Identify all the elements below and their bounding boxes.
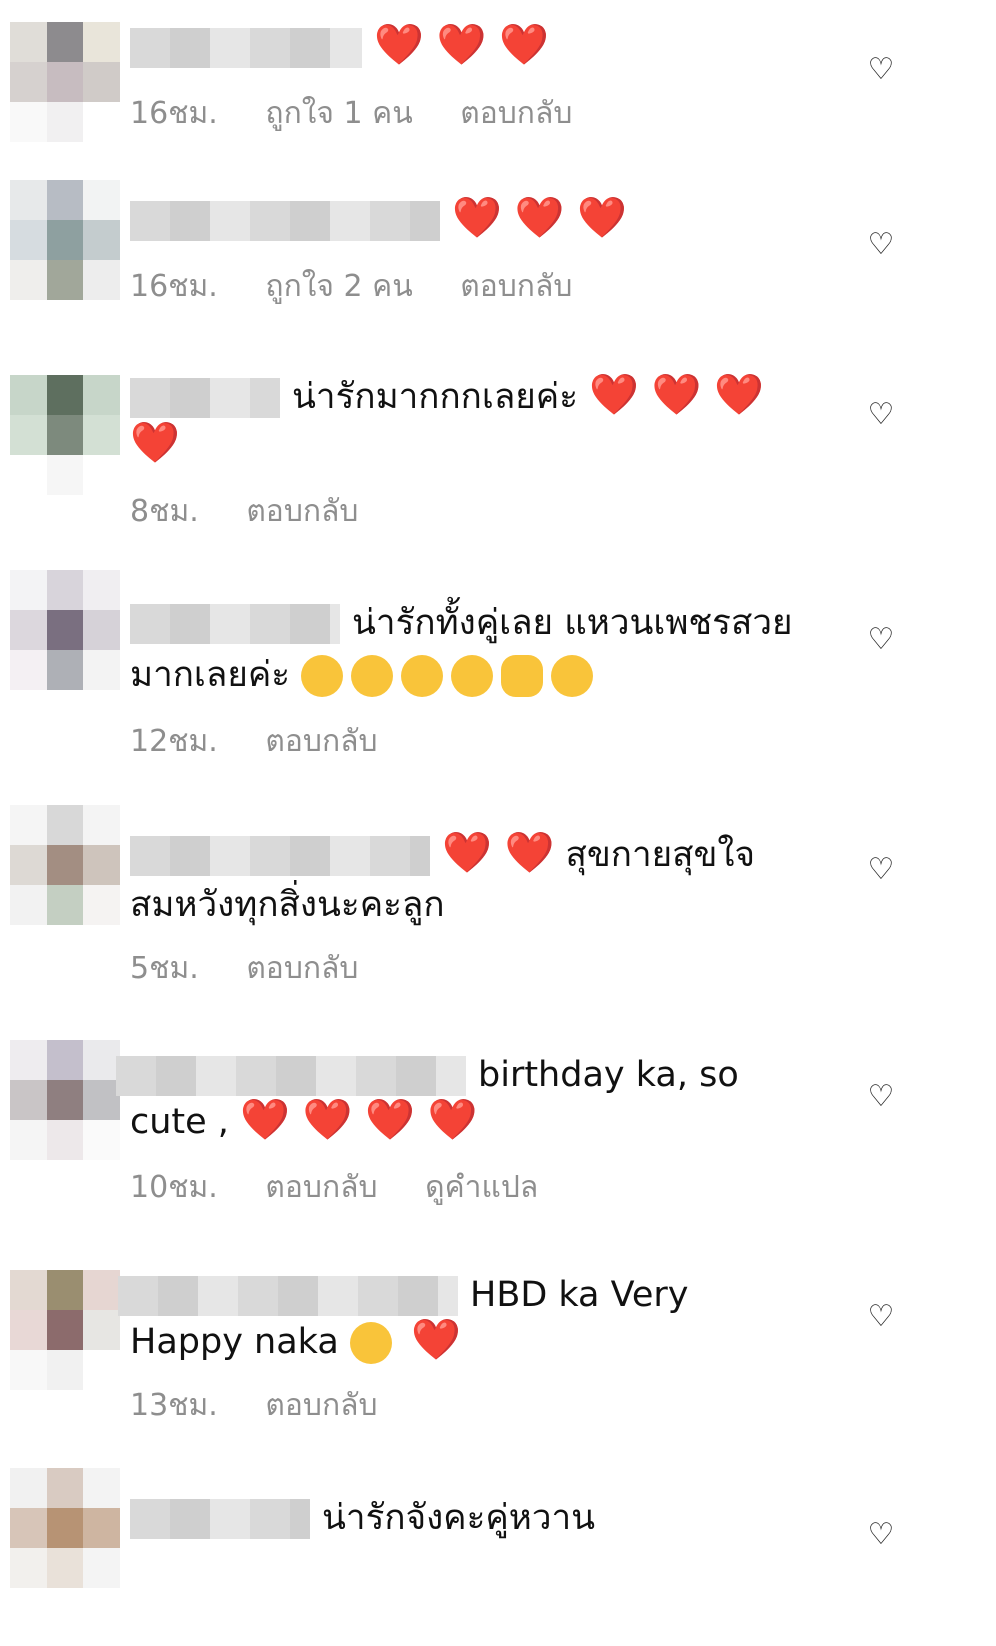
blurred-username[interactable] — [130, 1499, 310, 1539]
blurred-username[interactable] — [118, 1276, 458, 1316]
avatar[interactable] — [10, 180, 120, 300]
timestamp: 16ชม. — [130, 269, 218, 304]
timestamp: 13ชม. — [130, 1388, 218, 1423]
avatar[interactable] — [10, 1270, 120, 1390]
comment-body: น่ารักทั้งคู่เลย แหวนเพชรสวย — [352, 603, 793, 643]
blurred-username[interactable] — [130, 378, 280, 418]
smiling-face-with-hearts-emoji — [301, 655, 344, 697]
comment-body-2: cute , — [130, 1102, 229, 1142]
heart-emojis: ❤️ ❤️ ❤️ ❤️ — [240, 1097, 478, 1143]
smiling-face-with-hearts-emoji — [401, 655, 444, 697]
comment-text: ❤️ ❤️ ❤️ — [130, 195, 627, 245]
heart-emojis: ❤️ ❤️ ❤️ — [452, 195, 627, 241]
likes-count[interactable]: ถูกใจ 2 คน — [265, 269, 412, 304]
rock-hand-emoji — [501, 655, 544, 697]
reply-link[interactable]: ตอบกลับ — [265, 1388, 377, 1423]
comment-meta: 10ชม. ตอบกลับ ดูคำแปล — [130, 1164, 576, 1211]
comment-text: น่ารักจังคะคู่หวาน — [130, 1493, 595, 1543]
heart-outline-icon[interactable]: ♡ — [866, 230, 896, 260]
comment-meta: 8ชม. ตอบกลับ — [130, 488, 396, 535]
heart-outline-icon[interactable]: ♡ — [866, 1302, 896, 1332]
comment-text: ❤️ ❤️ ❤️ — [130, 22, 549, 72]
comment-body: สุขกายสุขใจ — [565, 835, 755, 875]
likes-count[interactable]: ถูกใจ 1 คน — [265, 96, 412, 131]
heart-emoji: ❤️ — [130, 420, 180, 466]
comment-body: HBD ka Very — [470, 1275, 689, 1315]
avatar[interactable] — [10, 22, 120, 142]
comment-meta: 13ชม. ตอบกลับ — [130, 1382, 416, 1429]
heart-outline-icon[interactable]: ♡ — [866, 855, 896, 885]
comment-text: birthday ka, so — [116, 1050, 739, 1100]
comment-body: birthday ka, so — [478, 1055, 739, 1095]
heart-outline-icon[interactable]: ♡ — [866, 400, 896, 430]
timestamp: 8ชม. — [130, 494, 199, 529]
comment-text: ❤️ ❤️ สุขกายสุขใจ — [130, 830, 755, 880]
reply-link[interactable]: ตอบกลับ — [460, 96, 572, 131]
avatar[interactable] — [10, 1040, 120, 1160]
blurred-username[interactable] — [116, 1056, 466, 1096]
timestamp: 10ชม. — [130, 1170, 218, 1205]
sunglasses-face-emoji — [551, 655, 594, 697]
blurred-username[interactable] — [130, 604, 340, 644]
heart-emoji: ❤️ — [411, 1317, 461, 1363]
timestamp: 16ชม. — [130, 96, 218, 131]
avatar[interactable] — [10, 1468, 120, 1588]
comment-body: น่ารักจังคะคู่หวาน — [322, 1498, 596, 1538]
comment-meta: 16ชม. ถูกใจ 1 คน ตอบกลับ — [130, 90, 610, 137]
timestamp: 5ชม. — [130, 951, 199, 986]
reply-link[interactable]: ตอบกลับ — [265, 1170, 377, 1205]
heart-outline-icon[interactable]: ♡ — [866, 1082, 896, 1112]
comment-body-2: มากเลยค่ะ — [130, 655, 291, 695]
heart-emojis: ❤️ ❤️ — [442, 830, 555, 876]
heart-eyes-emoji — [349, 1322, 392, 1364]
comment-text: น่ารักมากกกเลยค่ะ ❤️ ❤️ ❤️ — [130, 372, 764, 422]
reply-link[interactable]: ตอบกลับ — [246, 494, 358, 529]
blurred-username[interactable] — [130, 201, 440, 241]
blurred-username[interactable] — [130, 836, 430, 876]
reply-link[interactable]: ตอบกลับ — [246, 951, 358, 986]
comment-text-line2: cute , ❤️ ❤️ ❤️ ❤️ — [130, 1097, 477, 1147]
comment-text: HBD ka Very — [118, 1270, 689, 1320]
comment-meta: 16ชม. ถูกใจ 2 คน ตอบกลับ — [130, 263, 610, 310]
comment-text-line2: มากเลยค่ะ — [130, 650, 601, 700]
smiling-face-with-hearts-emoji — [351, 655, 394, 697]
comment-text-line2: ❤️ — [130, 420, 180, 470]
comment-body-2: สมหวังทุกสิ่งนะคะลูก — [130, 885, 445, 925]
avatar[interactable] — [10, 570, 120, 690]
comment-text-line2: สมหวังทุกสิ่งนะคะลูก — [130, 880, 445, 930]
heart-outline-icon[interactable]: ♡ — [866, 55, 896, 85]
comment-meta: 5ชม. ตอบกลับ — [130, 945, 396, 992]
comment-body-2: Happy naka — [130, 1322, 339, 1362]
reply-link[interactable]: ตอบกลับ — [460, 269, 572, 304]
comment-text-line2: Happy naka ❤️ — [130, 1317, 461, 1367]
blurred-username[interactable] — [130, 28, 362, 68]
timestamp: 12ชม. — [130, 724, 218, 759]
heart-outline-icon[interactable]: ♡ — [866, 625, 896, 655]
sunglasses-face-emoji — [451, 655, 494, 697]
avatar[interactable] — [10, 805, 120, 925]
heart-outline-icon[interactable]: ♡ — [866, 1520, 896, 1550]
reply-link[interactable]: ตอบกลับ — [265, 724, 377, 759]
comment-text: น่ารักทั้งคู่เลย แหวนเพชรสวย — [130, 598, 793, 648]
avatar[interactable] — [10, 375, 120, 495]
heart-emojis: ❤️ ❤️ ❤️ — [589, 372, 764, 418]
comment-meta: 12ชม. ตอบกลับ — [130, 718, 416, 765]
see-translation-link[interactable]: ดูคำแปล — [425, 1170, 538, 1205]
comment-body: น่ารักมากกกเลยค่ะ — [292, 377, 578, 417]
heart-emojis: ❤️ ❤️ ❤️ — [374, 22, 549, 68]
